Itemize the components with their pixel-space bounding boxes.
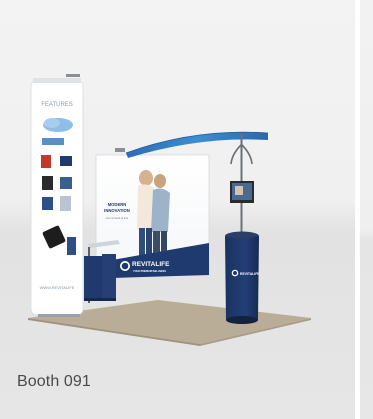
podium-counter: REVITALIFE	[225, 231, 260, 324]
brand-tagline: YOUR PREMIUM WELLNESS	[133, 270, 166, 273]
booth-card[interactable]: FEATURES WWW.REVITALIFE MODERN INNOVATIO…	[0, 0, 355, 419]
features-banner: FEATURES WWW.REVITALIFE	[30, 74, 84, 317]
wall-headline-1: MODERN	[108, 202, 127, 207]
podium-logo-text: REVITALIFE	[240, 272, 260, 276]
booth-caption: Booth 091	[17, 373, 91, 390]
booth-render-image: FEATURES WWW.REVITALIFE MODERN INNOVATIO…	[28, 74, 311, 346]
wall-tagline: over a brand of true	[106, 216, 129, 220]
canopy	[125, 131, 269, 158]
monitor-stand	[230, 134, 254, 236]
booth-gallery: FEATURES WWW.REVITALIFE MODERN INNOVATIO…	[0, 0, 373, 419]
brand-logo-text: REVITALIFE	[132, 261, 170, 268]
banner-heading: FEATURES	[41, 102, 73, 108]
wall-headline-2: INNOVATION	[104, 208, 130, 213]
next-booth-card-edge[interactable]	[360, 0, 373, 419]
banner-footer: WWW.REVITALIFE	[40, 285, 75, 290]
